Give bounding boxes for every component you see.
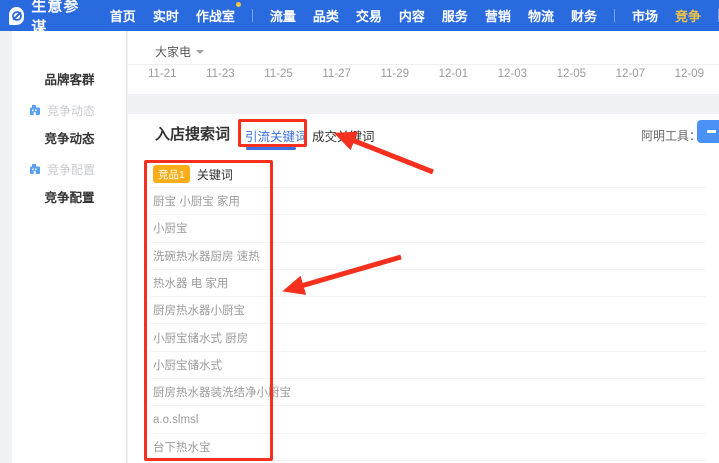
date-tick: 12-07 — [615, 68, 645, 80]
tools-label: 阿明工具： — [641, 129, 702, 143]
date-tick: 11-21 — [148, 68, 177, 80]
nav-item-finance[interactable]: 财务 — [571, 6, 597, 25]
nav-item-category[interactable]: 品类 — [313, 6, 339, 25]
table-row: 台下热水宝 — [150, 434, 706, 461]
tab-traffic-keywords[interactable]: 引流关键词 — [245, 126, 308, 145]
brand-name: 生意参谋 — [31, 0, 80, 36]
nav-item-service[interactable]: 服务 — [442, 6, 468, 25]
table-row: 厨宝 小厨宝 家用 — [150, 188, 706, 216]
date-tick: 12-09 — [674, 68, 704, 80]
sidebar-item-competition-config-link[interactable]: 竞争配置 — [29, 160, 95, 178]
competitor-badge: 竞品1 — [153, 165, 190, 183]
nav-item-traffic[interactable]: 流量 — [270, 6, 296, 25]
building-icon — [30, 105, 40, 115]
table-row: 小厨宝 — [150, 215, 706, 243]
date-tick: 12-05 — [556, 68, 587, 80]
table-row: a.o.slmsl — [150, 406, 706, 434]
sidebar-item-competition-trends-link[interactable]: 竞争动态 — [29, 101, 95, 119]
nav-item-content[interactable]: 内容 — [399, 6, 425, 25]
left-sidebar: 品牌客群 竞争动态 竞争动态 竞争配置 竞争配置 — [0, 31, 127, 463]
navbar-divider — [613, 9, 615, 22]
keyword-table: 竞品1 关键词 厨宝 小厨宝 家用 小厨宝 洗碗热水器厨房 速热 热水器 电 家… — [150, 161, 706, 461]
top-navbar: 生意参谋 首页 实时 作战室 流量 品类 交易 内容 服务 营销 物流 财务 市… — [0, 0, 719, 36]
tab-transaction-keywords[interactable]: 成交关键词 — [312, 126, 375, 145]
date-tick: 12-03 — [497, 68, 528, 80]
sycm-logo-icon — [9, 6, 25, 25]
table-row: 小厨宝储水式 厨房 — [150, 324, 706, 352]
chevron-down-icon — [196, 49, 205, 58]
nav-item-marketing[interactable]: 营销 — [485, 6, 511, 25]
table-row: 洗碗热水器厨房 速热 — [150, 243, 706, 270]
navbar-divider — [251, 9, 253, 22]
active-tab-indicator — [246, 147, 296, 150]
nav-item-competition[interactable]: 竞争 — [675, 6, 701, 25]
nav-item-market[interactable]: 市场 — [632, 6, 658, 25]
card-divider — [128, 64, 719, 65]
nav-item-logistics[interactable]: 物流 — [528, 6, 554, 25]
category-dropdown[interactable]: 大家电 — [155, 43, 205, 60]
date-axis: 11-21 11-23 11-25 11-27 11-29 12-01 12-0… — [148, 68, 704, 80]
trend-card — [128, 31, 719, 94]
nav-item-trade[interactable]: 交易 — [356, 6, 382, 25]
date-tick: 11-29 — [380, 68, 410, 80]
table-row: 厨房热水器装洗结净小厨宝 — [150, 379, 706, 407]
table-row: 小厨宝储水式 — [150, 352, 706, 380]
app-window: 生意参谋 首页 实时 作战室 流量 品类 交易 内容 服务 营销 物流 财务 市… — [0, 0, 719, 463]
sidebar-item-competition-trends[interactable]: 竞争动态 — [12, 129, 127, 149]
sidebar-item-brand-audience[interactable]: 品牌客群 — [12, 70, 127, 90]
nav-item-warroom[interactable]: 作战室 — [196, 2, 241, 25]
keyword-table-header: 竞品1 关键词 — [150, 161, 706, 188]
table-row: 厨房热水器小厨宝 — [150, 297, 706, 325]
navbar-menu: 首页 实时 作战室 流量 品类 交易 内容 服务 营销 物流 财务 市场 竞争 — [110, 2, 719, 25]
sidebar-gutter — [0, 31, 12, 463]
sidebar-item-competition-config[interactable]: 竞争配置 — [12, 188, 127, 208]
minus-icon — [707, 130, 716, 133]
brand-logo-link[interactable]: 生意参谋 — [9, 0, 86, 37]
section-title: 入店搜索词 — [155, 126, 231, 143]
notification-dot-icon — [235, 2, 241, 7]
date-tick: 12-01 — [438, 68, 469, 80]
date-tick: 11-23 — [206, 68, 235, 80]
tools-toggle-button[interactable] — [697, 120, 719, 143]
date-tick: 11-25 — [264, 68, 293, 80]
column-header-keyword: 关键词 — [196, 167, 233, 182]
building-icon — [30, 164, 40, 174]
nav-item-realtime[interactable]: 实时 — [153, 6, 179, 25]
date-tick: 11-27 — [322, 68, 351, 80]
table-row: 热水器 电 家用 — [150, 270, 706, 298]
nav-item-home[interactable]: 首页 — [110, 6, 136, 25]
